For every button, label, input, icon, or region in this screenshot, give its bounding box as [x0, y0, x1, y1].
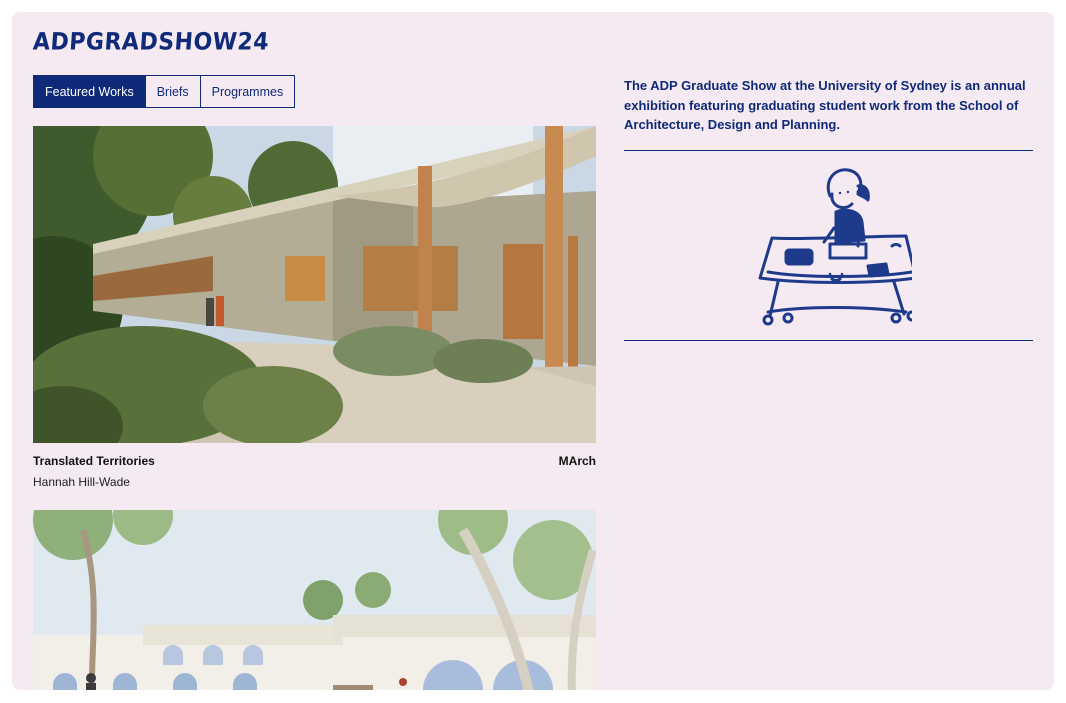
intro-text: The ADP Graduate Show at the University …	[624, 78, 1026, 132]
tab-briefs[interactable]: Briefs	[144, 75, 201, 108]
work-image-1[interactable]	[33, 126, 596, 443]
tab-bar: Featured Works Briefs Programmes	[33, 75, 296, 108]
work-image-2[interactable]	[33, 510, 596, 690]
work-meta: Translated Territories MArch	[33, 454, 596, 468]
divider-bottom	[624, 340, 1033, 341]
work-program: MArch	[558, 454, 596, 468]
work-card-1[interactable]: Translated Territories MArch Hannah Hill…	[33, 126, 596, 489]
page-card: ADPGRADSHOW24 Featured Works Briefs Prog…	[12, 12, 1054, 690]
divider-top	[624, 150, 1033, 151]
tab-programmes[interactable]: Programmes	[199, 75, 296, 108]
person-at-desk-illustration	[758, 168, 912, 326]
work-title[interactable]: Translated Territories	[33, 454, 155, 468]
work-author: Hannah Hill-Wade	[33, 475, 130, 489]
work-card-2[interactable]	[33, 510, 596, 690]
site-logo[interactable]: ADPGRADSHOW24	[32, 29, 270, 56]
tab-featured-works[interactable]: Featured Works	[33, 75, 146, 108]
